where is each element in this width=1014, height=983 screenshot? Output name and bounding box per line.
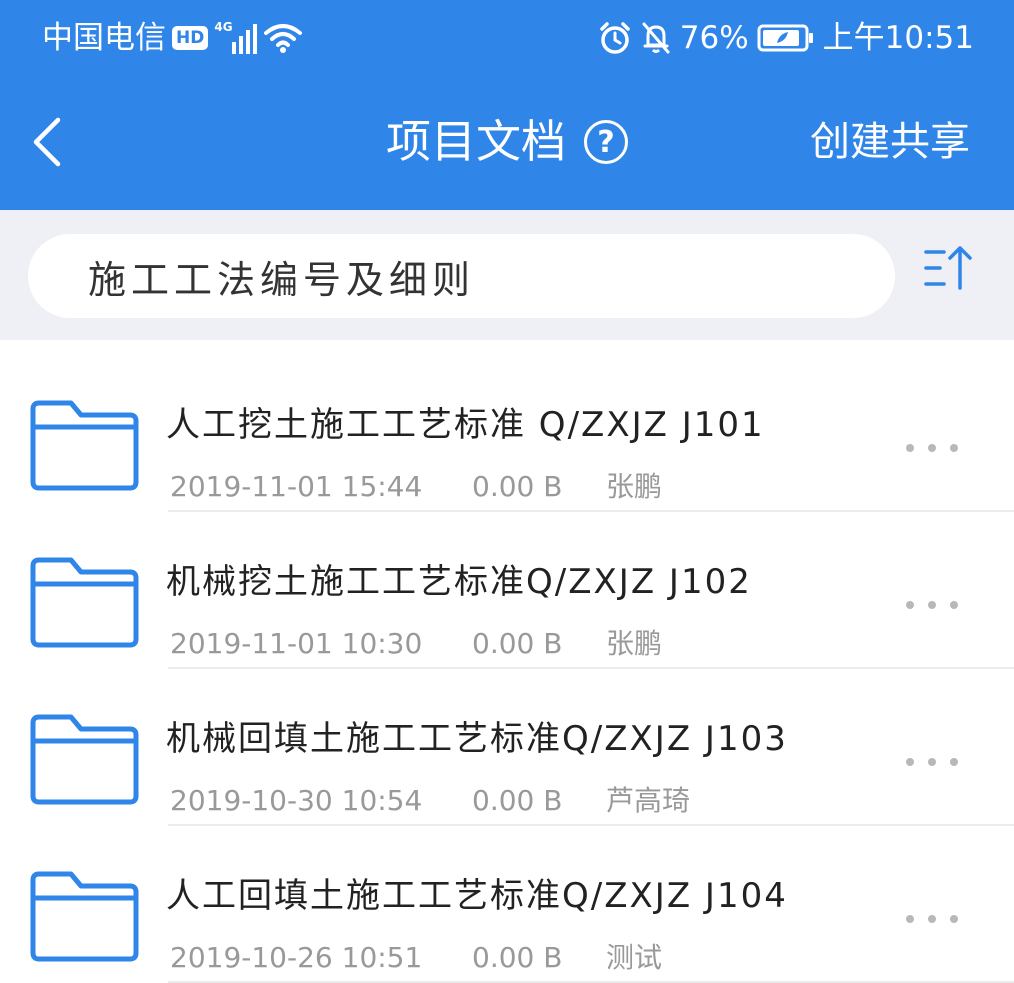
file-row[interactable]: 人工挖土施工工艺标准 Q/ZXJZ J101 2019-11-01 15:44 0… xyxy=(0,355,1014,512)
status-bar: 中国电信 HD 4G 76% 上午10:51 xyxy=(0,0,1014,76)
hd-icon: HD xyxy=(172,26,209,50)
file-date: 2019-11-01 10:30 xyxy=(170,627,423,660)
clock: 上午10:51 xyxy=(822,20,974,56)
more-options-button[interactable] xyxy=(900,590,964,620)
file-meta: 2019-11-01 10:30 0.00 B 张鹏 xyxy=(170,622,662,662)
alarm-icon xyxy=(598,21,632,55)
file-row[interactable]: 机械回填土施工工艺标准Q/ZXJZ J103 2019-10-30 10:54 0… xyxy=(0,669,1014,826)
signal-icon: 4G xyxy=(214,20,258,54)
more-options-button[interactable] xyxy=(900,433,964,463)
more-options-button[interactable] xyxy=(900,904,964,934)
file-name: 机械回填土施工工艺标准Q/ZXJZ J103 xyxy=(166,719,788,759)
file-name: 人工挖土施工工艺标准 Q/ZXJZ J101 xyxy=(166,405,765,445)
more-dot-icon xyxy=(950,758,958,766)
more-dot-icon xyxy=(928,758,936,766)
network-type-label: 4G xyxy=(214,20,233,34)
folder-icon xyxy=(30,714,139,805)
more-dot-icon xyxy=(906,601,914,609)
file-meta: 2019-11-01 15:44 0.00 B 张鹏 xyxy=(170,465,662,505)
status-bar-left: 中国电信 HD 4G xyxy=(42,18,303,58)
create-share-button[interactable]: 创建共享 xyxy=(810,112,970,172)
more-dot-icon xyxy=(950,915,958,923)
file-owner: 张鹏 xyxy=(606,627,663,660)
file-owner: 张鹏 xyxy=(606,470,663,503)
current-folder-pill[interactable]: 施工工法编号及细则 xyxy=(28,234,895,318)
more-dot-icon xyxy=(928,915,936,923)
battery-percent: 76% xyxy=(679,20,749,56)
page-title: 项目文档 xyxy=(385,115,566,168)
app-header: 中国电信 HD 4G 76% 上午10:51 项目文档 ? 创建共享 xyxy=(0,0,1014,210)
more-options-button[interactable] xyxy=(900,747,964,777)
battery-icon xyxy=(757,23,815,53)
sort-button[interactable] xyxy=(922,240,976,296)
folder-icon xyxy=(30,557,139,648)
file-name: 人工回填土施工工艺标准Q/ZXJZ J104 xyxy=(166,876,788,916)
carrier-name: 中国电信 xyxy=(42,20,166,56)
file-owner: 芦高琦 xyxy=(606,784,691,817)
more-dot-icon xyxy=(906,444,914,452)
file-meta: 2019-10-26 10:51 0.00 B 测试 xyxy=(170,936,662,976)
file-meta: 2019-10-30 10:54 0.00 B 芦高琦 xyxy=(170,779,690,819)
more-dot-icon xyxy=(928,444,936,452)
folder-icon xyxy=(30,871,139,962)
file-size: 0.00 B xyxy=(472,627,563,660)
help-icon: ? xyxy=(597,124,615,160)
file-date: 2019-11-01 15:44 xyxy=(170,470,423,503)
file-size: 0.00 B xyxy=(472,470,563,503)
more-dot-icon xyxy=(906,915,914,923)
file-size: 0.00 B xyxy=(472,941,563,974)
file-list: 人工挖土施工工艺标准 Q/ZXJZ J101 2019-11-01 15:44 0… xyxy=(0,340,1014,983)
file-row[interactable]: 机械挖土施工工艺标准Q/ZXJZ J102 2019-11-01 10:30 0.… xyxy=(0,512,1014,669)
file-row[interactable]: 人工回填土施工工艺标准Q/ZXJZ J104 2019-10-26 10:51 0… xyxy=(0,826,1014,983)
status-bar-right: 76% 上午10:51 xyxy=(598,18,974,58)
more-dot-icon xyxy=(950,444,958,452)
current-folder-name: 施工工法编号及细则 xyxy=(88,257,476,302)
help-button[interactable]: ? xyxy=(584,120,628,164)
mute-bell-icon xyxy=(640,21,672,55)
more-dot-icon xyxy=(928,601,936,609)
more-dot-icon xyxy=(950,601,958,609)
file-name: 机械挖土施工工艺标准Q/ZXJZ J102 xyxy=(166,562,752,602)
wifi-icon xyxy=(263,22,303,54)
file-owner: 测试 xyxy=(606,941,663,974)
navigation-bar: 项目文档 ? 创建共享 xyxy=(0,82,1014,202)
file-date: 2019-10-30 10:54 xyxy=(170,784,423,817)
folder-path-bar: 施工工法编号及细则 xyxy=(0,210,1014,340)
more-dot-icon xyxy=(906,758,914,766)
file-date: 2019-10-26 10:51 xyxy=(170,941,423,974)
file-size: 0.00 B xyxy=(472,784,563,817)
folder-icon xyxy=(30,400,139,491)
sort-ascending-icon xyxy=(924,246,972,290)
